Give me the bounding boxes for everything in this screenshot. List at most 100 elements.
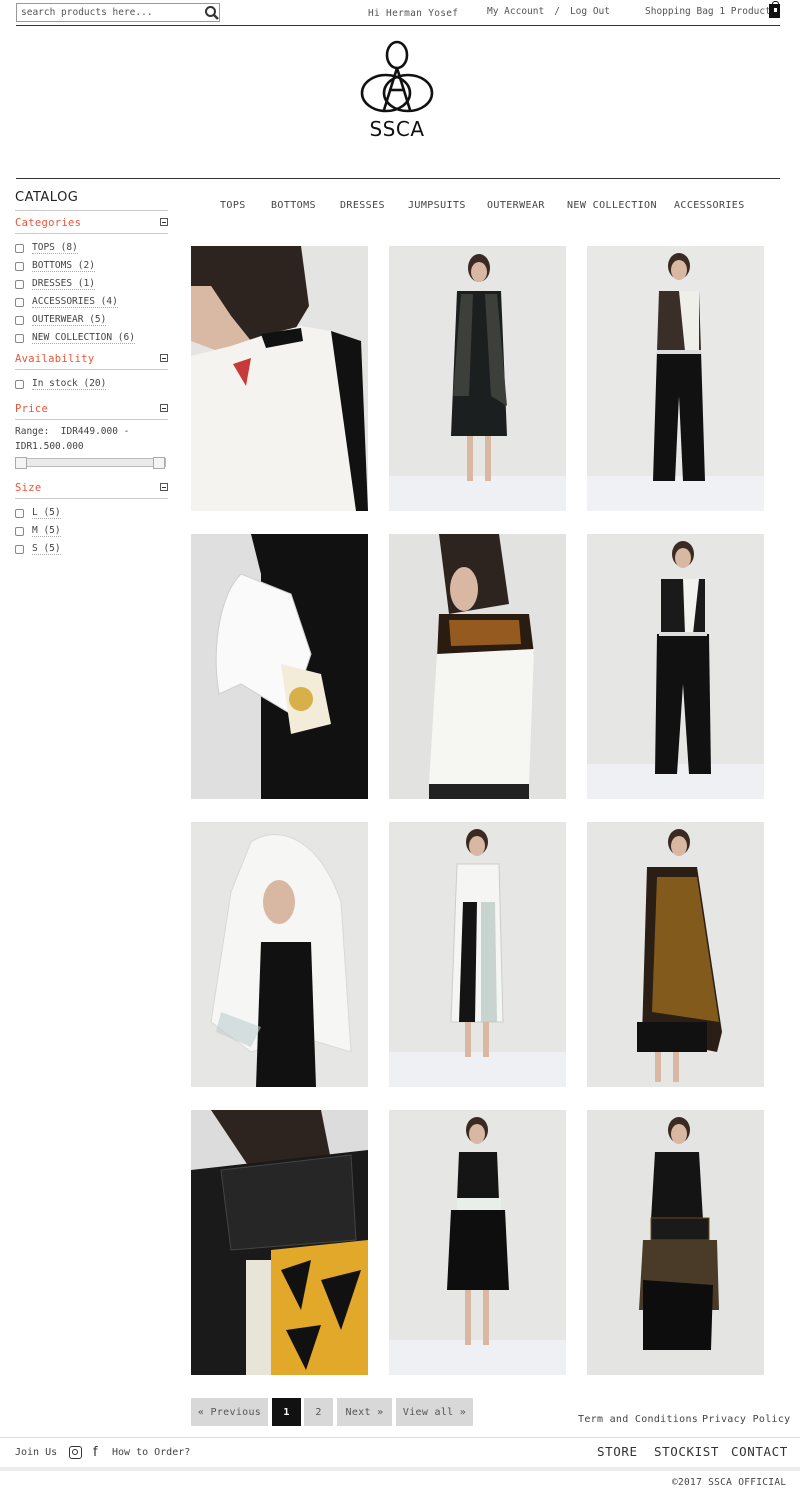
footer-stockist-link[interactable]: STOCKIST — [654, 1444, 719, 1459]
size-section: Size L (5) M (5) S (5) — [15, 480, 168, 558]
pagination-next[interactable]: Next » — [337, 1398, 392, 1426]
search-icon[interactable] — [204, 5, 220, 21]
product-image[interactable] — [389, 822, 566, 1087]
filter-label: In stock (20) — [32, 378, 107, 390]
availability-header[interactable]: Availability — [15, 351, 168, 370]
nav-dresses[interactable]: DRESSES — [340, 200, 385, 211]
account-links: My Account / Log Out — [487, 6, 610, 17]
price-range-line-1: Range: IDR449.000 - — [15, 426, 130, 437]
product-image[interactable] — [587, 822, 764, 1087]
pagination-view-all[interactable]: View all » — [396, 1398, 473, 1426]
product-image[interactable] — [191, 246, 368, 511]
filter-size-s[interactable]: S (5) — [15, 540, 168, 558]
filter-label: ACCESSORIES (4) — [32, 296, 118, 308]
filter-bottoms[interactable]: BOTTOMS (2) — [15, 257, 168, 275]
collapse-icon[interactable] — [160, 404, 168, 412]
terms-link[interactable]: Term and Conditions — [578, 1414, 698, 1425]
price-range-line-2: IDR1.500.000 — [15, 441, 84, 452]
filter-size-l[interactable]: L (5) — [15, 504, 168, 522]
filter-in-stock[interactable]: In stock (20) — [15, 375, 168, 393]
checkbox[interactable] — [15, 508, 24, 518]
product-image[interactable] — [389, 534, 566, 799]
filter-label: BOTTOMS (2) — [32, 260, 95, 272]
product-image[interactable] — [191, 822, 368, 1087]
how-to-order-link[interactable]: How to Order? — [112, 1447, 190, 1458]
pagination-previous[interactable]: « Previous — [191, 1398, 268, 1426]
checkbox[interactable] — [15, 297, 24, 307]
footer-contact-link[interactable]: CONTACT — [731, 1444, 788, 1459]
filter-tops[interactable]: TOPS (8) — [15, 239, 168, 257]
checkbox[interactable] — [15, 315, 24, 325]
pagination-page-1[interactable]: 1 — [272, 1398, 301, 1426]
checkbox[interactable] — [15, 333, 24, 343]
categories-title: Categories — [15, 217, 82, 229]
footer-bar — [0, 1467, 800, 1471]
filter-label: DRESSES (1) — [32, 278, 95, 290]
nav-jumpsuits[interactable]: JUMPSUITS — [408, 200, 466, 211]
checkbox[interactable] — [15, 261, 24, 271]
instagram-icon[interactable] — [69, 1446, 82, 1459]
nav-new-collection[interactable]: NEW COLLECTION — [567, 200, 657, 211]
filter-size-m[interactable]: M (5) — [15, 522, 168, 540]
checkbox[interactable] — [15, 544, 24, 554]
categories-header[interactable]: Categories — [15, 215, 168, 234]
price-slider-max-handle[interactable] — [153, 457, 165, 469]
product-image[interactable] — [191, 534, 368, 799]
price-slider[interactable] — [15, 457, 166, 469]
price-range-text: Range: IDR449.000 - IDR1.500.000 — [15, 424, 168, 454]
filter-label: TOPS (8) — [32, 242, 78, 254]
search-input[interactable] — [17, 4, 197, 21]
collapse-icon[interactable] — [160, 218, 168, 226]
nav-accessories[interactable]: ACCESSORIES — [674, 200, 745, 211]
filter-outerwear[interactable]: OUTERWEAR (5) — [15, 311, 168, 329]
filter-label: S (5) — [32, 543, 61, 555]
price-header[interactable]: Price — [15, 401, 168, 420]
availability-title: Availability — [15, 353, 95, 365]
size-header[interactable]: Size — [15, 480, 168, 499]
copyright: ©2017 SSCA OFFICIAL — [672, 1477, 787, 1488]
filter-accessories[interactable]: ACCESSORIES (4) — [15, 293, 168, 311]
checkbox[interactable] — [15, 279, 24, 289]
search-box — [16, 3, 220, 22]
collapse-icon[interactable] — [160, 483, 168, 491]
size-title: Size — [15, 482, 42, 494]
footer-store-link[interactable]: STORE — [597, 1444, 638, 1459]
catalog-sidebar: CATALOG Categories TOPS (8) BOTTOMS (2) … — [15, 190, 168, 558]
filter-dresses[interactable]: DRESSES (1) — [15, 275, 168, 293]
brand-name: SSCA — [369, 117, 425, 141]
filter-label: OUTERWEAR (5) — [32, 314, 107, 326]
pagination-page-2[interactable]: 2 — [304, 1398, 333, 1426]
user-greeting: Hi Herman Yosef — [368, 8, 459, 19]
availability-section: Availability In stock (20) — [15, 351, 168, 393]
privacy-link[interactable]: Privacy Policy — [702, 1414, 791, 1425]
nav-tops[interactable]: TOPS — [220, 200, 246, 211]
nav-outerwear[interactable]: OUTERWEAR — [487, 200, 545, 211]
categories-section: Categories TOPS (8) BOTTOMS (2) DRESSES … — [15, 215, 168, 347]
product-image[interactable] — [587, 1110, 764, 1375]
price-title: Price — [15, 403, 49, 415]
filter-label: M (5) — [32, 525, 61, 537]
shopping-bag-link[interactable]: Shopping Bag 1 Products — [645, 6, 777, 17]
product-image[interactable] — [191, 1110, 368, 1375]
filter-label: NEW COLLECTION (6) — [32, 332, 135, 344]
nav-bottoms[interactable]: BOTTOMS — [271, 200, 316, 211]
product-image[interactable] — [389, 246, 566, 511]
price-section: Price Range: IDR449.000 - IDR1.500.000 — [15, 401, 168, 469]
product-image[interactable] — [587, 246, 764, 511]
shopping-bag-icon[interactable] — [769, 1, 780, 18]
header-divider — [16, 178, 780, 179]
top-bar: Hi Herman Yosef My Account / Log Out Shopp… — [16, 0, 780, 26]
checkbox[interactable] — [15, 243, 24, 253]
product-image[interactable] — [587, 534, 764, 799]
product-image[interactable] — [389, 1110, 566, 1375]
price-slider-min-handle[interactable] — [15, 457, 27, 469]
filter-new-collection[interactable]: NEW COLLECTION (6) — [15, 329, 168, 347]
collapse-icon[interactable] — [160, 354, 168, 362]
logout-link[interactable]: Log Out — [570, 6, 610, 17]
checkbox[interactable] — [15, 526, 24, 536]
my-account-link[interactable]: My Account — [487, 6, 544, 17]
facebook-icon[interactable]: f — [93, 1445, 98, 1460]
catalog-title: CATALOG — [15, 190, 168, 211]
account-separator: / — [554, 6, 560, 17]
checkbox[interactable] — [15, 379, 24, 389]
